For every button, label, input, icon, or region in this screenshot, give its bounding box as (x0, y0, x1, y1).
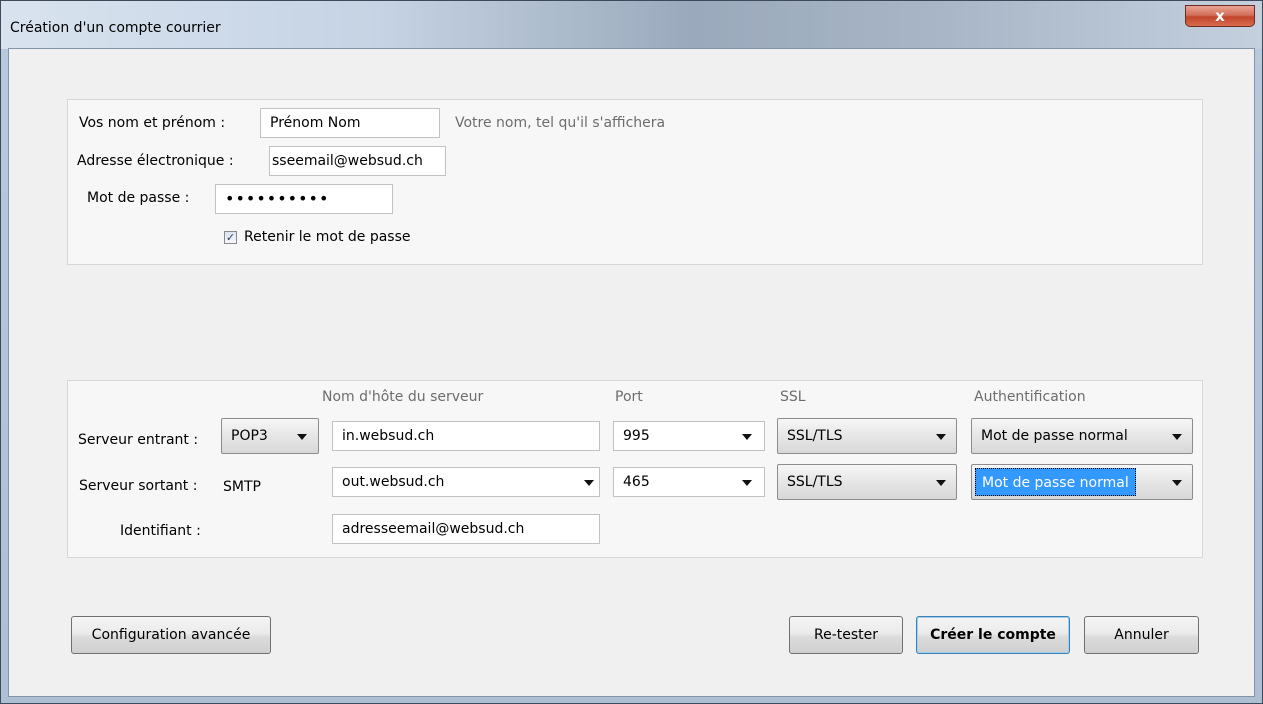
password-input[interactable]: •••••••••• (215, 184, 393, 214)
identity-group: Vos nom et prénom : Prénom Nom Votre nom… (67, 99, 1203, 265)
incoming-server-label: Serveur entrant : (78, 432, 199, 448)
outgoing-ssl-value: SSL/TLS (787, 474, 843, 490)
incoming-auth-value: Mot de passe normal (981, 428, 1128, 444)
chevron-down-icon (297, 434, 307, 440)
remember-password-checkbox[interactable]: ✓ (224, 231, 237, 244)
port-header: Port (615, 389, 643, 405)
dialog-content: Vos nom et prénom : Prénom Nom Votre nom… (8, 48, 1255, 697)
email-label: Adresse électronique : (77, 153, 234, 169)
username-input[interactable]: adresseemail@websud.ch (332, 514, 600, 544)
remember-password-label[interactable]: Retenir le mot de passe (244, 229, 411, 245)
incoming-protocol-select[interactable]: POP3 (221, 418, 319, 454)
outgoing-auth-select[interactable]: Mot de passe normal (971, 464, 1193, 500)
chevron-down-icon[interactable] (584, 480, 594, 486)
advanced-config-button[interactable]: Configuration avancée (71, 616, 271, 654)
title-bar[interactable]: Création d'un compte courrier x (1, 1, 1262, 49)
incoming-ssl-value: SSL/TLS (787, 428, 843, 444)
name-input[interactable]: Prénom Nom (260, 108, 440, 138)
outgoing-hostname-combo[interactable]: out.websud.ch (332, 467, 600, 497)
name-label: Vos nom et prénom : (79, 115, 226, 131)
outgoing-protocol: SMTP (223, 479, 261, 495)
outgoing-hostname-value: out.websud.ch (342, 474, 445, 490)
username-label: Identifiant : (120, 523, 201, 539)
cancel-button[interactable]: Annuler (1084, 616, 1199, 654)
ssl-header: SSL (780, 389, 806, 405)
hostname-header: Nom d'hôte du serveur (322, 389, 484, 405)
chevron-down-icon (1172, 434, 1182, 440)
incoming-auth-select[interactable]: Mot de passe normal (971, 418, 1193, 454)
create-account-button[interactable]: Créer le compte (916, 616, 1070, 654)
outgoing-port-combo[interactable]: 465 (613, 467, 765, 497)
name-hint: Votre nom, tel qu'il s'affichera (455, 115, 666, 131)
incoming-protocol-value: POP3 (231, 428, 268, 444)
incoming-hostname-input[interactable]: in.websud.ch (332, 421, 600, 451)
outgoing-port-value: 465 (623, 474, 650, 490)
retest-button[interactable]: Re-tester (789, 616, 903, 654)
outgoing-ssl-select[interactable]: SSL/TLS (777, 464, 957, 500)
dialog-window: Création d'un compte courrier x Vos nom … (0, 0, 1263, 704)
email-input[interactable]: sseemail@websud.ch (269, 146, 446, 176)
chevron-down-icon[interactable] (742, 434, 752, 440)
chevron-down-icon (936, 434, 946, 440)
auth-header: Authentification (974, 389, 1086, 405)
servers-group: Nom d'hôte du serveur Port SSL Authentif… (67, 380, 1203, 558)
checkmark-icon: ✓ (225, 231, 236, 244)
chevron-down-icon[interactable] (742, 480, 752, 486)
outgoing-server-label: Serveur sortant : (79, 478, 198, 494)
close-button[interactable]: x (1185, 5, 1255, 27)
incoming-ssl-select[interactable]: SSL/TLS (777, 418, 957, 454)
window-title: Création d'un compte courrier (10, 20, 221, 36)
chevron-down-icon (1172, 480, 1182, 486)
incoming-port-value: 995 (623, 428, 650, 444)
incoming-port-combo[interactable]: 995 (613, 421, 765, 451)
outgoing-auth-value: Mot de passe normal (975, 468, 1136, 496)
password-label: Mot de passe : (87, 190, 190, 206)
chevron-down-icon (936, 480, 946, 486)
close-icon: x (1215, 7, 1225, 25)
